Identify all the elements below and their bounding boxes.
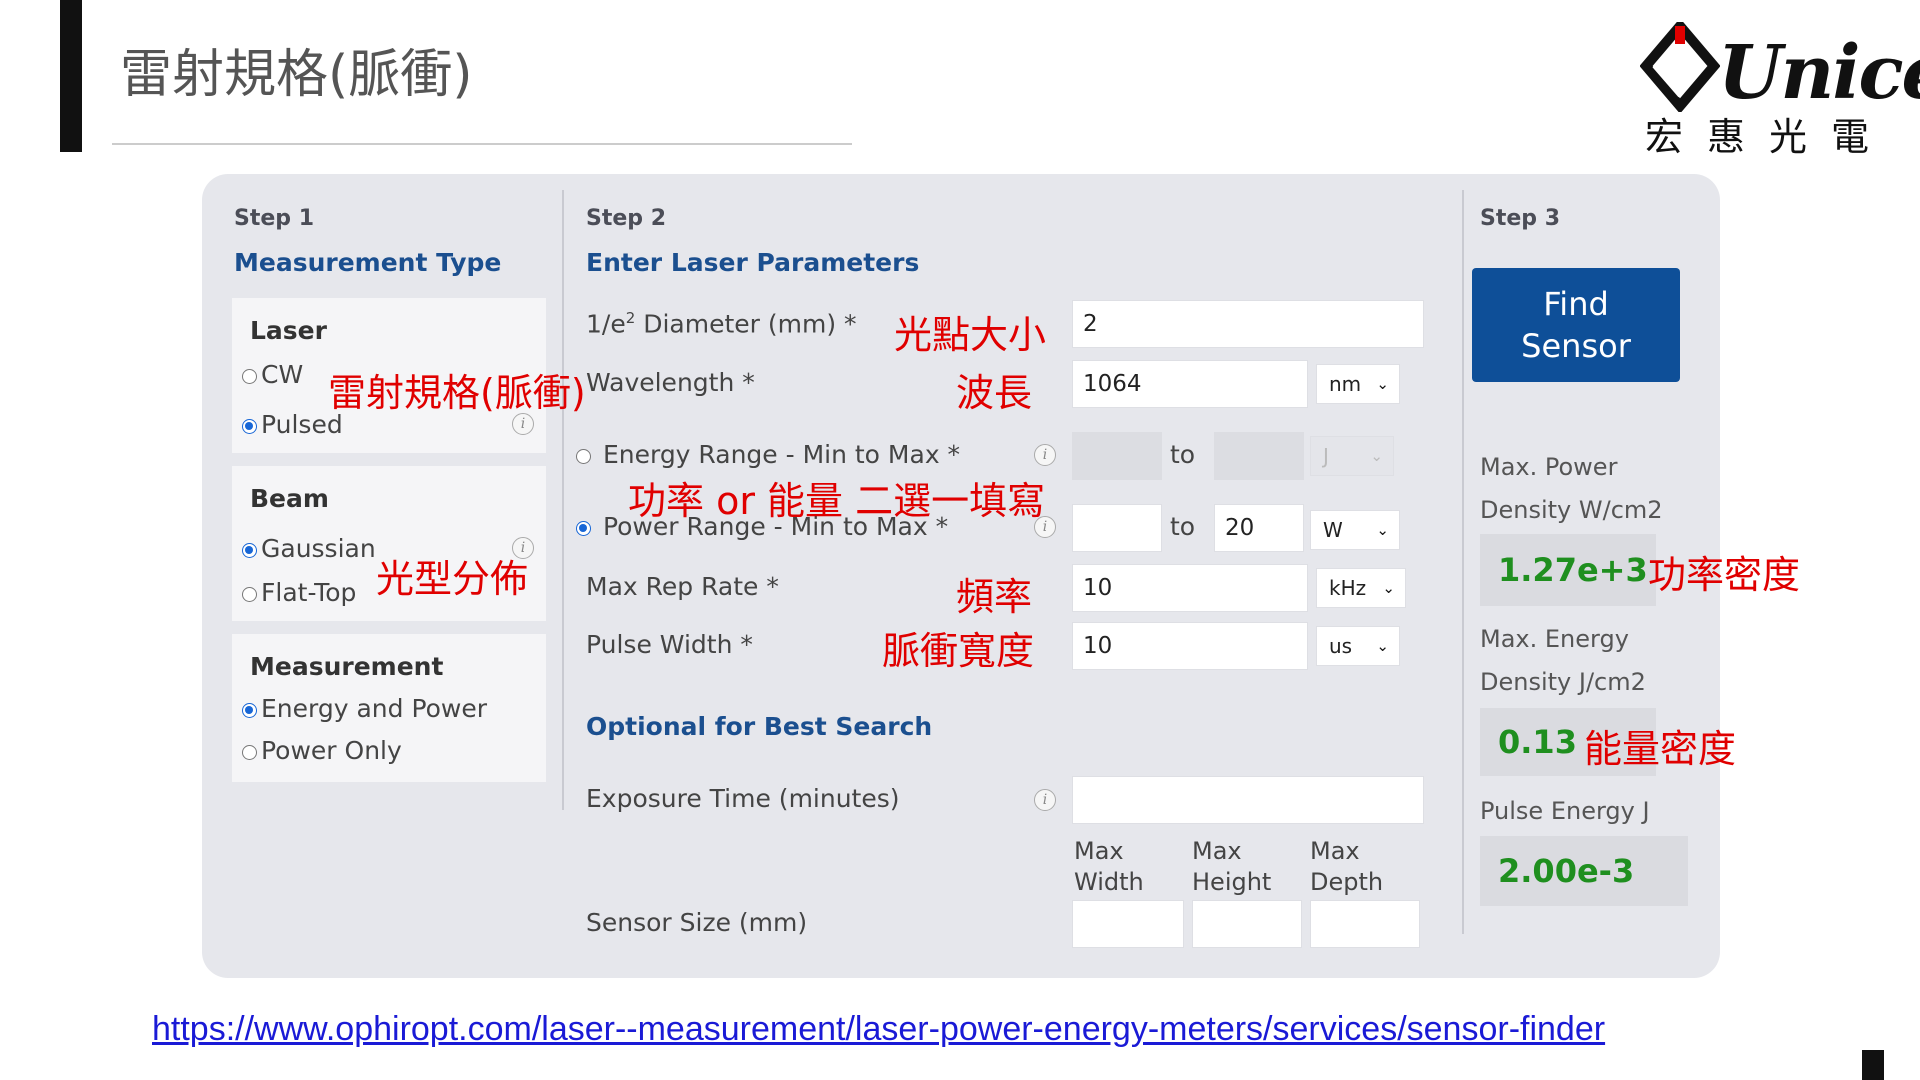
step2-label: Step 2 <box>586 206 666 231</box>
max-energy-density-label: Max. Energy Density J/cm2 <box>1480 625 1646 696</box>
annotation-energy-density: 能量密度 <box>1584 727 1737 771</box>
wavelength-label: Wavelength * <box>586 368 755 397</box>
radio-cw[interactable]: CW <box>242 360 303 389</box>
max-power-density-label: Max. Power Density W/cm2 <box>1480 453 1663 524</box>
radio-flat-top[interactable]: Flat-Top <box>242 578 356 607</box>
chevron-down-icon: ⌄ <box>1370 447 1383 465</box>
chevron-down-icon: ⌄ <box>1376 521 1389 539</box>
pulse-width-input[interactable]: 10 <box>1072 622 1308 670</box>
title-divider <box>112 143 852 145</box>
step1-label: Step 1 <box>234 206 314 231</box>
diameter-label: 1/e2 Diameter (mm) * <box>586 309 857 339</box>
rep-rate-label: Max Rep Rate * <box>586 572 779 601</box>
power-unit-select[interactable]: W ⌄ <box>1310 510 1400 550</box>
logo-wordmark: Unice <box>1718 30 1920 116</box>
slide-left-bar <box>56 0 82 152</box>
exposure-time-input[interactable] <box>1072 776 1424 824</box>
power-to-label: to <box>1170 512 1196 541</box>
annotation-power-or-energy: 功率 or 能量 二選一填寫 <box>628 479 1046 523</box>
radio-gaussian-label: Gaussian <box>261 534 376 563</box>
radio-energy-and-power-indicator[interactable] <box>242 702 257 718</box>
radio-power-only-label: Power Only <box>261 736 402 765</box>
energy-max-input[interactable] <box>1214 432 1304 480</box>
energy-to-label: to <box>1170 440 1196 469</box>
measurement-group-title: Measurement <box>250 652 444 681</box>
rep-rate-input[interactable]: 10 <box>1072 564 1308 612</box>
energy-unit-select[interactable]: J ⌄ <box>1310 436 1394 476</box>
sensor-height-header: Max Height <box>1192 837 1272 896</box>
laser-parameters-heading: Enter Laser Parameters <box>586 248 920 277</box>
radio-power-only-indicator[interactable] <box>242 744 257 760</box>
energy-range-option[interactable]: Energy Range - Min to Max * <box>576 440 960 469</box>
column-divider <box>1462 190 1464 934</box>
radio-energy-range-indicator[interactable] <box>576 448 591 464</box>
annotation-pulse-width: 脈衝寬度 <box>882 629 1035 673</box>
info-icon[interactable]: i <box>1034 789 1056 811</box>
sensor-width-input[interactable] <box>1072 900 1184 948</box>
radio-power-only[interactable]: Power Only <box>242 736 402 765</box>
radio-cw-label: CW <box>261 360 304 389</box>
power-max-input[interactable]: 20 <box>1214 504 1304 552</box>
annotation-frequency: 頻率 <box>956 575 1033 619</box>
exposure-time-label: Exposure Time (minutes) <box>586 784 900 813</box>
pulse-energy-label: Pulse Energy J <box>1480 797 1650 825</box>
annotation-laser-spec: 雷射規格(脈衝) <box>328 371 586 415</box>
wavelength-input[interactable]: 1064 <box>1072 360 1308 408</box>
power-min-input[interactable] <box>1072 504 1162 552</box>
annotation-spot-size: 光點大小 <box>894 313 1047 357</box>
annotation-wavelength: 波長 <box>956 371 1033 415</box>
find-sensor-button[interactable]: Find Sensor <box>1472 268 1680 382</box>
radio-cw-indicator[interactable] <box>242 368 257 384</box>
step3-label: Step 3 <box>1480 206 1560 231</box>
radio-flat-top-label: Flat-Top <box>261 578 357 607</box>
radio-gaussian-indicator[interactable] <box>242 542 257 558</box>
logo-subtitle: 宏惠光電 <box>1645 115 1894 159</box>
radio-power-range-indicator[interactable] <box>576 520 591 536</box>
slide-title: 雷射規格(脈衝) <box>120 45 473 105</box>
rep-rate-unit-select[interactable]: kHz ⌄ <box>1316 568 1406 608</box>
chevron-down-icon: ⌄ <box>1382 579 1395 597</box>
info-icon[interactable]: i <box>1034 444 1056 466</box>
sensor-depth-input[interactable] <box>1310 900 1420 948</box>
pulse-width-label: Pulse Width * <box>586 630 753 659</box>
diameter-input[interactable]: 2 <box>1072 300 1424 348</box>
radio-pulsed-indicator[interactable] <box>242 418 257 434</box>
sensor-finder-link[interactable]: https://www.ophiropt.com/laser--measurem… <box>152 1010 1605 1049</box>
chevron-down-icon: ⌄ <box>1376 637 1389 655</box>
column-divider <box>562 190 564 810</box>
wavelength-unit-select[interactable]: nm ⌄ <box>1316 364 1400 404</box>
sensor-width-header: Max Width <box>1074 837 1144 896</box>
annotation-beam-shape: 光型分佈 <box>376 557 529 601</box>
max-power-density-value: 1.27e+3 <box>1480 534 1656 606</box>
laser-group-title: Laser <box>250 316 327 345</box>
radio-flat-top-indicator[interactable] <box>242 586 257 602</box>
radio-energy-and-power[interactable]: Energy and Power <box>242 694 487 723</box>
logo-diamond-icon <box>1640 22 1720 112</box>
sensor-height-input[interactable] <box>1192 900 1302 948</box>
sensor-size-label: Sensor Size (mm) <box>586 908 808 937</box>
optional-search-heading: Optional for Best Search <box>586 712 933 741</box>
sensor-depth-header: Max Depth <box>1310 837 1384 896</box>
radio-energy-and-power-label: Energy and Power <box>261 694 488 723</box>
annotation-power-density: 功率密度 <box>1648 553 1801 597</box>
beam-group-title: Beam <box>250 484 329 513</box>
energy-min-input[interactable] <box>1072 432 1162 480</box>
radio-gaussian[interactable]: Gaussian <box>242 534 376 563</box>
pulse-width-unit-select[interactable]: us ⌄ <box>1316 626 1400 666</box>
slide-right-bar <box>1862 1050 1884 1080</box>
measurement-type-heading: Measurement Type <box>234 248 502 277</box>
chevron-down-icon: ⌄ <box>1376 375 1389 393</box>
pulse-energy-value: 2.00e-3 <box>1480 836 1688 906</box>
